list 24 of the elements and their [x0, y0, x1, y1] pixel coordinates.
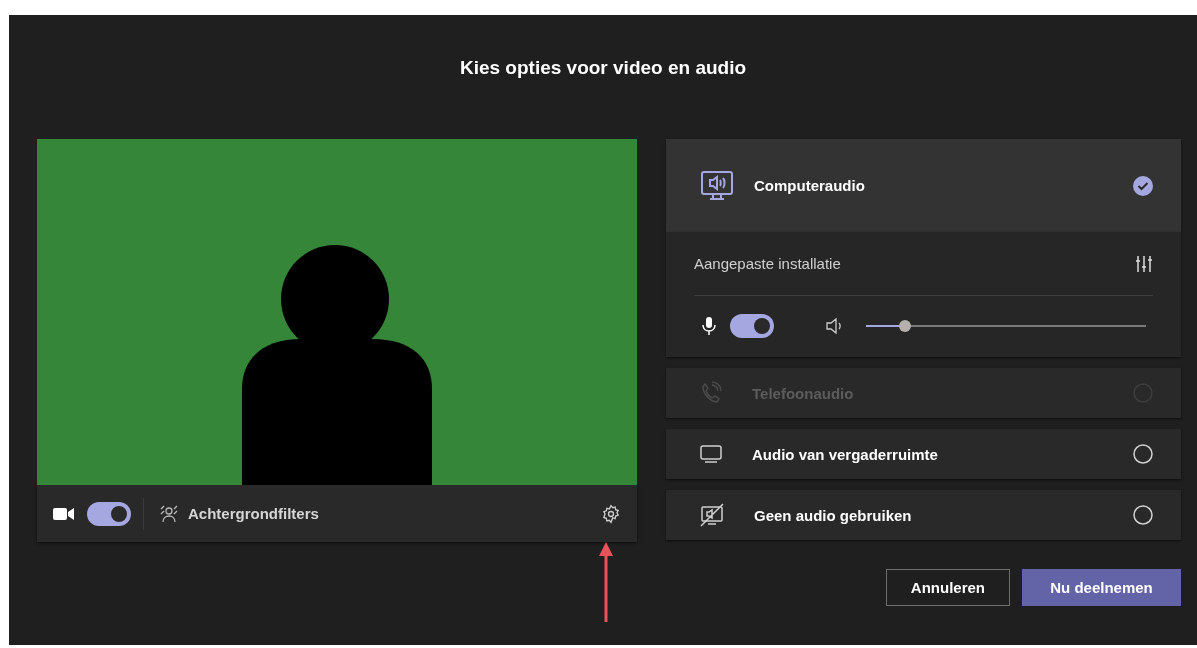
video-camera-icon — [53, 506, 75, 521]
join-button[interactable]: Nu deelnemen — [1022, 569, 1181, 606]
blur-person-icon — [160, 504, 178, 523]
dialog-title: Kies opties voor video en audio — [459, 56, 747, 80]
audio-option[interactable]: Geen audio gebruiken — [666, 490, 1181, 540]
audio-option[interactable]: Computeraudio — [666, 139, 1181, 232]
settings-icon[interactable] — [601, 503, 621, 524]
option-label: Audio van vergaderruimte — [752, 445, 939, 463]
option-label: Computeraudio — [754, 177, 866, 194]
monitor-icon — [700, 445, 722, 463]
setup-label: Aangepaste installatie — [694, 255, 841, 272]
sliders-icon[interactable] — [1135, 254, 1153, 273]
monitor-speaker-icon — [700, 169, 734, 202]
option-label: Geen audio gebruiken — [754, 506, 913, 524]
cancel-button[interactable]: Annuleren — [885, 569, 1010, 606]
slider-thumb[interactable] — [899, 320, 912, 332]
check-circle-icon[interactable] — [1133, 175, 1153, 196]
microphone-toggle[interactable] — [730, 314, 774, 338]
audio-option[interactable]: Audio van vergaderruimte — [666, 429, 1181, 479]
speaker-icon — [826, 318, 844, 334]
phone-icon — [700, 381, 722, 405]
microphone-icon — [702, 316, 716, 336]
speaker-off-icon — [700, 503, 724, 527]
camera-toggle[interactable] — [87, 501, 131, 526]
